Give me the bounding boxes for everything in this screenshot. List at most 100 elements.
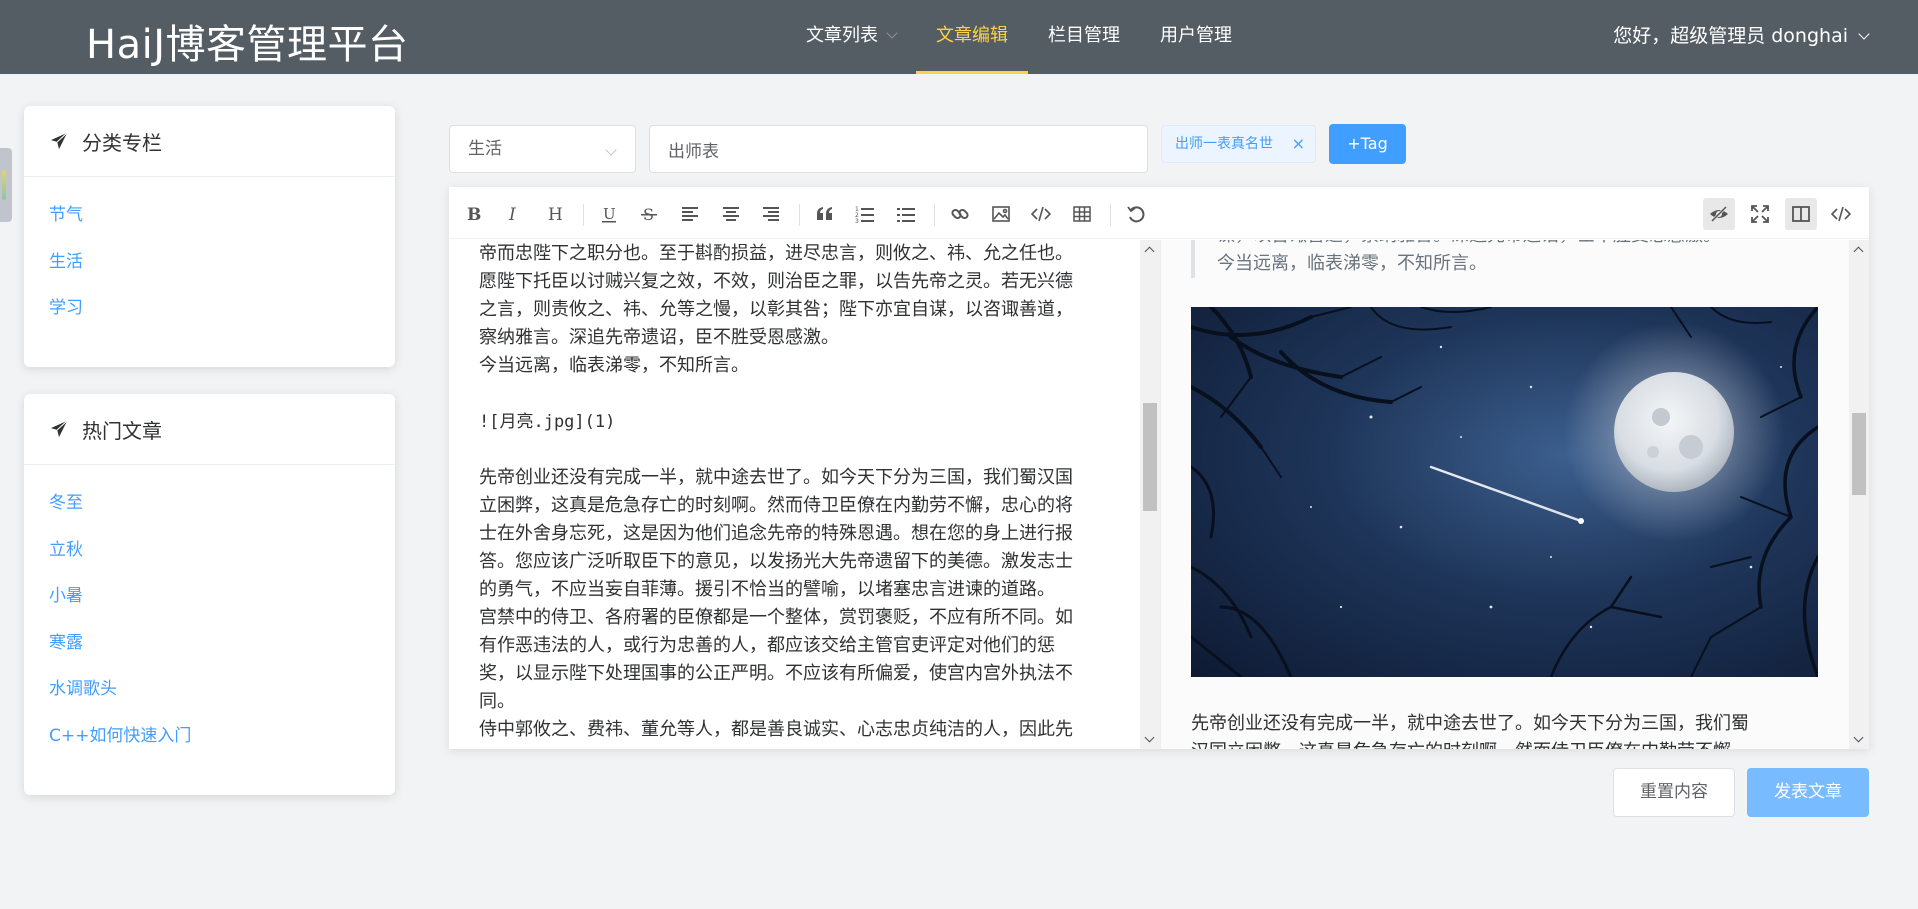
- nav-label: 文章编辑: [936, 25, 1008, 46]
- source-scrollbar[interactable]: [1140, 240, 1160, 749]
- scrollbar-thumb[interactable]: [1143, 403, 1157, 511]
- hot-article-link[interactable]: 立秋: [24, 532, 395, 579]
- side-drawer-handle[interactable]: [0, 148, 12, 222]
- scroll-up-icon[interactable]: [1853, 246, 1864, 257]
- nav-user-manage[interactable]: 用户管理: [1140, 0, 1252, 74]
- card-title: 热门文章: [82, 418, 162, 443]
- reset-content-button[interactable]: 重置内容: [1613, 768, 1735, 817]
- chevron-down-icon: [886, 27, 898, 39]
- publish-article-button[interactable]: 发表文章: [1747, 768, 1869, 817]
- preview-line: 汉国立困弊，这真是危急存亡的时刻啊。然而侍卫臣僚在内勤劳不懈，: [1191, 738, 1821, 749]
- source-line: 愿陛下托臣以讨贼兴复之效，不效，则治臣之罪，以告先帝之灵。若无兴德: [479, 271, 1073, 292]
- toolbar-divider: [583, 204, 584, 226]
- hot-article-link[interactable]: 小暑: [24, 578, 395, 625]
- add-tag-button[interactable]: +Tag: [1329, 124, 1406, 164]
- nav-article-edit[interactable]: 文章编辑: [916, 0, 1028, 74]
- link-icon[interactable]: [944, 198, 976, 230]
- fullscreen-icon[interactable]: [1744, 198, 1776, 230]
- article-tag: 出师一表真名世 ×: [1161, 125, 1316, 163]
- preview-quote-line: 谋，以咨诹善道，察纳雅言。深追先帝遗诏，臣不胜受恩感激。: [1217, 240, 1831, 250]
- svg-text:B: B: [467, 205, 481, 224]
- align-center-icon[interactable]: [715, 198, 747, 230]
- hot-article-link[interactable]: 冬至: [24, 485, 395, 532]
- toolbar-divider: [799, 204, 800, 226]
- select-value: 生活: [468, 139, 502, 159]
- nav-article-list[interactable]: 文章列表: [786, 0, 916, 74]
- hot-articles-card: 热门文章 冬至 立秋 小暑 寒露 水调歌头 C++如何快速入门: [24, 394, 395, 795]
- user-greeting: 您好，超级管理员 donghai: [1613, 25, 1848, 47]
- hot-article-link[interactable]: C++如何快速入门: [24, 718, 395, 765]
- category-link[interactable]: 节气: [24, 197, 395, 244]
- source-line: 的勇气，不应当妄自菲薄。援引不恰当的譬喻，以堵塞忠言进谏的道路。: [479, 579, 1055, 600]
- italic-icon[interactable]: I: [498, 198, 530, 230]
- undo-icon[interactable]: [1120, 198, 1152, 230]
- paper-plane-icon: [50, 132, 68, 150]
- source-line: [479, 380, 1126, 408]
- scroll-down-icon[interactable]: [1144, 732, 1155, 743]
- preview-paragraph: 先帝创业还没有完成一半，就中途去世了。如今天下分为三国，我们蜀 汉国立困弊，这真…: [1191, 710, 1821, 749]
- strikethrough-icon[interactable]: S: [633, 198, 665, 230]
- unordered-list-icon[interactable]: [890, 198, 922, 230]
- scrollbar-thumb[interactable]: [1852, 413, 1866, 495]
- source-line: 有作恶违法的人，或行为忠善的人，都应该交给主管官吏评定对他们的惩: [479, 635, 1055, 656]
- source-line: 之言，则责攸之、祎、允等之慢，以彰其咎；陛下亦宜自谋，以咨诹善道，: [479, 299, 1073, 320]
- article-title-input[interactable]: [649, 125, 1148, 173]
- close-icon[interactable]: ×: [1292, 126, 1305, 162]
- preview-toggle-icon[interactable]: [1703, 198, 1735, 230]
- align-right-icon[interactable]: [755, 198, 787, 230]
- moon-image: [1191, 307, 1818, 677]
- nav-label: 栏目管理: [1048, 25, 1120, 46]
- svg-text:H: H: [548, 205, 563, 224]
- chevron-down-icon: [605, 144, 617, 156]
- preview-scrollbar[interactable]: [1849, 240, 1869, 749]
- markdown-editor: B I H U S 123 帝而忠陛下之职分也。至于斟酌损益，进尽忠言，则攸之、…: [449, 187, 1869, 749]
- source-line: 今当远离，临表涕零，不知所言。: [479, 355, 749, 376]
- nav-label: 文章列表: [806, 25, 878, 46]
- hot-article-link[interactable]: 水调歌头: [24, 671, 395, 718]
- source-line: 奖，以显示陛下处理国事的公正严明。不应该有所偏爱，使宫内宫外执法不: [479, 663, 1073, 684]
- underline-icon[interactable]: U: [593, 198, 625, 230]
- category-link[interactable]: 生活: [24, 244, 395, 291]
- svg-text:U: U: [603, 205, 616, 223]
- scroll-up-icon[interactable]: [1144, 246, 1155, 257]
- tag-label: 出师一表真名世: [1175, 136, 1273, 152]
- source-line: 先帝创业还没有完成一半，就中途去世了。如今天下分为三国，我们蜀汉国: [479, 467, 1073, 488]
- image-icon[interactable]: [985, 198, 1017, 230]
- user-menu[interactable]: 您好，超级管理员 donghai: [1613, 0, 1870, 74]
- moon-night-picture: [1191, 307, 1818, 677]
- card-header: 热门文章: [24, 394, 395, 465]
- quote-icon[interactable]: [809, 198, 841, 230]
- source-line: 宫禁中的侍卫、各府署的臣僚都是一个整体，赏罚褒贬，不应有所不同。如: [479, 607, 1073, 628]
- svg-text:I: I: [508, 205, 516, 224]
- preview-pane: 谋，以咨诹善道，察纳雅言。深追先帝遗诏，臣不胜受恩感激。 今当远离，临表涕零，不…: [1161, 240, 1849, 749]
- paper-plane-icon: [50, 420, 68, 438]
- hot-article-list: 冬至 立秋 小暑 寒露 水调歌头 C++如何快速入门: [24, 465, 395, 764]
- heading-icon[interactable]: H: [539, 198, 571, 230]
- table-icon[interactable]: [1066, 198, 1098, 230]
- main-nav: 文章列表 文章编辑 栏目管理 用户管理: [786, 0, 1252, 74]
- card-title: 分类专栏: [82, 130, 162, 155]
- editor-toolbar: B I H U S 123: [449, 187, 1869, 239]
- toolbar-divider: [934, 204, 935, 226]
- code-icon[interactable]: [1025, 198, 1057, 230]
- scroll-down-icon[interactable]: [1853, 732, 1864, 743]
- category-link[interactable]: 学习: [24, 290, 395, 337]
- toolbar-divider: [1110, 204, 1111, 226]
- nav-column-manage[interactable]: 栏目管理: [1028, 0, 1140, 74]
- source-line: 帝而忠陛下之职分也。至于斟酌损益，进尽忠言，则攸之、祎、允之任也。: [479, 243, 1073, 264]
- markdown-source-pane[interactable]: 帝而忠陛下之职分也。至于斟酌损益，进尽忠言，则攸之、祎、允之任也。 愿陛下托臣以…: [449, 240, 1160, 749]
- category-select[interactable]: 生活: [449, 125, 636, 173]
- source-line: 答。您应该广泛听取臣下的意见，以发扬光大先帝遗留下的美德。激发志士: [479, 551, 1073, 572]
- source-line: 侍中郭攸之、费祎、董允等人，都是善良诚实、心志忠贞纯洁的人，因此先: [479, 719, 1073, 740]
- source-code-icon[interactable]: [1825, 198, 1857, 230]
- top-header: HaiJ博客管理平台 文章列表 文章编辑 栏目管理 用户管理 您好，超级管理员 …: [0, 0, 1918, 74]
- bold-icon[interactable]: B: [458, 198, 490, 230]
- source-line: 立困弊，这真是危急存亡的时刻啊。然而侍卫臣僚在内勤劳不懈，忠心的将: [479, 495, 1073, 516]
- ordered-list-icon[interactable]: 123: [849, 198, 881, 230]
- nav-label: 用户管理: [1160, 25, 1232, 46]
- source-line: 察纳雅言。深追先帝遗诏，臣不胜受恩感激。: [479, 327, 839, 348]
- split-view-icon[interactable]: [1785, 198, 1817, 230]
- hot-article-link[interactable]: 寒露: [24, 625, 395, 672]
- align-left-icon[interactable]: [674, 198, 706, 230]
- preview-blockquote: 谋，以咨诹善道，察纳雅言。深追先帝遗诏，臣不胜受恩感激。 今当远离，临表涕零，不…: [1191, 240, 1831, 278]
